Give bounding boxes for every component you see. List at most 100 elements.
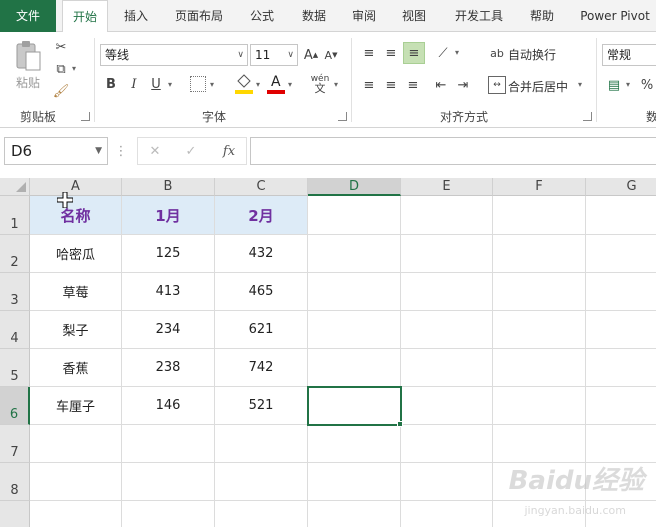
merge-center-button[interactable]: 合并后居中 xyxy=(508,78,568,95)
cell-e3[interactable] xyxy=(401,273,493,311)
cell-e7[interactable] xyxy=(401,425,493,463)
cell-f5[interactable] xyxy=(493,349,586,387)
cell-a2[interactable]: 哈密瓜 xyxy=(30,235,122,273)
underline-dropdown-icon[interactable]: ▾ xyxy=(168,80,172,89)
paste-button[interactable]: 粘贴 xyxy=(12,38,46,90)
row-header-6[interactable]: 6 xyxy=(0,387,30,425)
font-name-combo[interactable]: 等线 ∨ xyxy=(100,44,248,66)
wrap-text-button[interactable]: 自动换行 xyxy=(508,46,556,63)
increase-font-icon[interactable]: A ▲ xyxy=(302,44,320,66)
cell-e2[interactable] xyxy=(401,235,493,273)
row-header-7[interactable]: 7 xyxy=(0,425,30,463)
cell-b9[interactable] xyxy=(122,501,215,527)
tab-insert[interactable]: 插入 xyxy=(114,0,158,32)
cell-c2[interactable]: 432 xyxy=(215,235,308,273)
font-color-button[interactable]: A xyxy=(266,74,286,96)
cell-b7[interactable] xyxy=(122,425,215,463)
align-bottom-icon[interactable]: ≡ xyxy=(403,42,425,64)
cell-g4[interactable] xyxy=(586,311,656,349)
cell-f2[interactable] xyxy=(493,235,586,273)
fill-handle[interactable] xyxy=(397,421,403,427)
align-middle-icon[interactable]: ≡ xyxy=(382,44,400,62)
cell-a7[interactable] xyxy=(30,425,122,463)
italic-button[interactable]: I xyxy=(126,74,142,94)
cell-e8[interactable] xyxy=(401,463,493,501)
cancel-icon[interactable]: ✕ xyxy=(146,142,164,160)
alignment-launcher-icon[interactable] xyxy=(583,112,592,121)
tab-view[interactable]: 视图 xyxy=(392,0,436,32)
cell-c3[interactable]: 465 xyxy=(215,273,308,311)
column-header-g[interactable]: G xyxy=(586,178,656,196)
borders-dropdown-icon[interactable]: ▾ xyxy=(210,80,214,89)
align-left-icon[interactable]: ≡ xyxy=(360,76,378,94)
enter-icon[interactable]: ✓ xyxy=(182,142,200,160)
copy-dropdown-icon[interactable]: ▾ xyxy=(72,64,76,73)
bold-button[interactable]: B xyxy=(103,74,119,94)
cell-e4[interactable] xyxy=(401,311,493,349)
number-format-combo[interactable]: 常规 xyxy=(602,44,656,66)
cell-g7[interactable] xyxy=(586,425,656,463)
row-header-2[interactable]: 2 xyxy=(0,235,30,273)
cell-b3[interactable]: 413 xyxy=(122,273,215,311)
cell-a6[interactable]: 车厘子 xyxy=(30,387,122,425)
cell-b4[interactable]: 234 xyxy=(122,311,215,349)
underline-button[interactable]: U xyxy=(148,74,164,94)
decrease-font-icon[interactable]: A ▼ xyxy=(322,44,340,66)
tab-power-pivot[interactable]: Power Pivot xyxy=(574,0,656,32)
cell-d8[interactable] xyxy=(308,463,401,501)
cell-a9[interactable] xyxy=(30,501,122,527)
tab-file[interactable]: 文件 xyxy=(0,0,56,32)
cell-f6[interactable] xyxy=(493,387,586,425)
cell-c1[interactable]: 2月 xyxy=(215,196,308,235)
column-header-d[interactable]: D xyxy=(308,178,401,196)
cell-d9[interactable] xyxy=(308,501,401,527)
orientation-icon[interactable]: ⟋ xyxy=(434,44,452,62)
cell-d3[interactable] xyxy=(308,273,401,311)
cell-d4[interactable] xyxy=(308,311,401,349)
formula-input[interactable] xyxy=(250,137,656,165)
merge-center-icon[interactable]: ↔ xyxy=(488,76,506,94)
cell-c4[interactable]: 621 xyxy=(215,311,308,349)
cut-icon[interactable]: ✂ xyxy=(52,38,70,56)
cell-d2[interactable] xyxy=(308,235,401,273)
cell-a5[interactable]: 香蕉 xyxy=(30,349,122,387)
cell-c9[interactable] xyxy=(215,501,308,527)
insert-function-icon[interactable]: fx xyxy=(218,142,240,160)
format-painter-icon[interactable]: 🖌 xyxy=(52,82,70,100)
cell-g6[interactable] xyxy=(586,387,656,425)
cell-g2[interactable] xyxy=(586,235,656,273)
orientation-dropdown-icon[interactable]: ▾ xyxy=(455,48,459,57)
phonetic-dropdown-icon[interactable]: ▾ xyxy=(334,80,338,89)
row-header-4[interactable]: 4 xyxy=(0,311,30,349)
cell-g5[interactable] xyxy=(586,349,656,387)
percent-button[interactable]: % xyxy=(640,76,654,94)
cell-f7[interactable] xyxy=(493,425,586,463)
accounting-dropdown-icon[interactable]: ▾ xyxy=(626,80,630,89)
cell-b2[interactable]: 125 xyxy=(122,235,215,273)
select-all-corner[interactable] xyxy=(0,178,30,196)
cell-f1[interactable] xyxy=(493,196,586,235)
tab-home[interactable]: 开始 xyxy=(62,0,108,33)
increase-indent-icon[interactable]: ⇥ xyxy=(454,76,472,94)
fill-color-button[interactable] xyxy=(234,74,254,96)
align-top-icon[interactable]: ≡ xyxy=(360,44,378,62)
cell-g1[interactable] xyxy=(586,196,656,235)
fill-color-dropdown-icon[interactable]: ▾ xyxy=(256,80,260,89)
cell-f4[interactable] xyxy=(493,311,586,349)
decrease-indent-icon[interactable]: ⇤ xyxy=(432,76,450,94)
row-header-9[interactable] xyxy=(0,501,30,527)
cell-c6[interactable]: 521 xyxy=(215,387,308,425)
cell-b1[interactable]: 1月 xyxy=(122,196,215,235)
cell-g3[interactable] xyxy=(586,273,656,311)
wrap-text-icon[interactable]: ab xyxy=(488,44,506,62)
column-header-b[interactable]: B xyxy=(122,178,215,196)
font-color-dropdown-icon[interactable]: ▾ xyxy=(288,80,292,89)
cell-a8[interactable] xyxy=(30,463,122,501)
name-box[interactable]: D6 ▼ xyxy=(4,137,108,165)
tab-developer[interactable]: 开发工具 xyxy=(446,0,512,32)
copy-icon[interactable]: ⧉ xyxy=(52,60,70,78)
row-header-1[interactable]: 1 xyxy=(0,196,30,235)
cell-b8[interactable] xyxy=(122,463,215,501)
more-options-icon[interactable]: ⋮ xyxy=(115,144,128,159)
cell-d1[interactable] xyxy=(308,196,401,235)
